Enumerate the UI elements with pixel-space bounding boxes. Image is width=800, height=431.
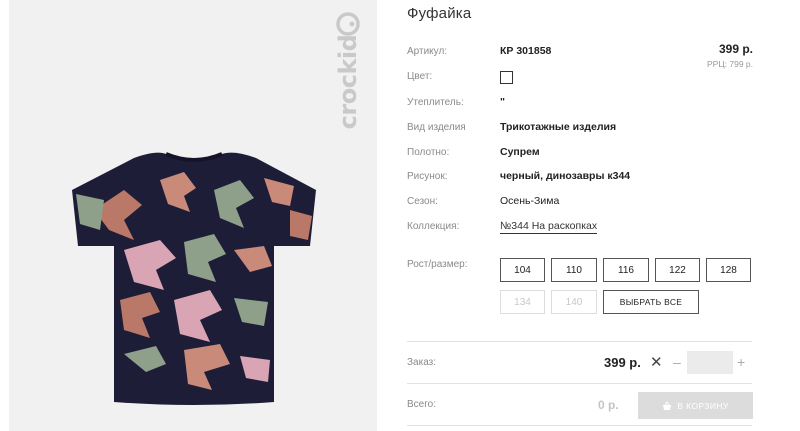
kind-value: Трикотажные изделия: [500, 121, 617, 133]
color-swatch[interactable]: [500, 71, 513, 84]
brand-logo-text: crockid: [334, 34, 362, 130]
season-label: Сезон:: [407, 196, 438, 207]
quantity-input[interactable]: [687, 351, 733, 374]
add-to-cart-button[interactable]: В КОРЗИНУ: [638, 392, 753, 419]
fabric-label: Полотно:: [407, 147, 450, 158]
product-photo[interactable]: [64, 150, 324, 410]
print-label: Рисунок:: [407, 171, 448, 182]
product-rrc-price: РРЦ: 799 р.: [707, 59, 753, 69]
add-to-cart-label: В КОРЗИНУ: [677, 400, 729, 411]
divider-bottom: [407, 425, 752, 426]
size-button-110[interactable]: 110: [551, 258, 597, 282]
insulation-label: Утеплитель:: [407, 97, 464, 108]
collection-label: Коллекция:: [407, 221, 460, 232]
product-price: 399 р.: [718, 42, 753, 56]
insulation-value: ": [500, 96, 505, 108]
order-label: Заказ:: [407, 357, 437, 368]
kind-label: Вид изделия: [407, 122, 466, 133]
season-value: Осень-Зима: [500, 195, 560, 207]
color-label: Цвет:: [407, 71, 433, 82]
size-button-134: 134: [500, 290, 545, 314]
quantity-decrement-button[interactable]: –: [673, 354, 681, 370]
product-title: Фуфайка: [407, 5, 472, 22]
divider-order: [407, 341, 752, 342]
article-label: Артикул:: [407, 46, 448, 57]
fabric-value: Супрем: [500, 146, 540, 158]
size-button-122[interactable]: 122: [655, 258, 700, 282]
quantity-increment-button[interactable]: +: [737, 354, 745, 370]
size-button-104[interactable]: 104: [500, 258, 545, 282]
print-value: черный, динозавры к344: [500, 170, 631, 182]
product-image-panel: crockid: [9, 0, 377, 431]
size-button-128[interactable]: 128: [706, 258, 751, 282]
total-value: 0 р.: [598, 398, 619, 412]
clear-order-icon[interactable]: ✕: [650, 353, 663, 371]
size-button-116[interactable]: 116: [603, 258, 649, 282]
divider-total: [407, 383, 752, 384]
sizes-label: Рост/размер:: [407, 259, 468, 270]
total-label: Всего:: [407, 399, 436, 410]
order-price: 399 р.: [604, 355, 641, 370]
select-all-sizes-button[interactable]: ВЫБРАТЬ ВСЕ: [603, 290, 699, 314]
article-value: КР 301858: [500, 45, 552, 57]
size-button-140: 140: [551, 290, 597, 314]
collection-link[interactable]: №344 На раскопках: [500, 220, 598, 234]
brand-logo: crockid: [333, 12, 363, 152]
basket-icon: [663, 400, 672, 410]
